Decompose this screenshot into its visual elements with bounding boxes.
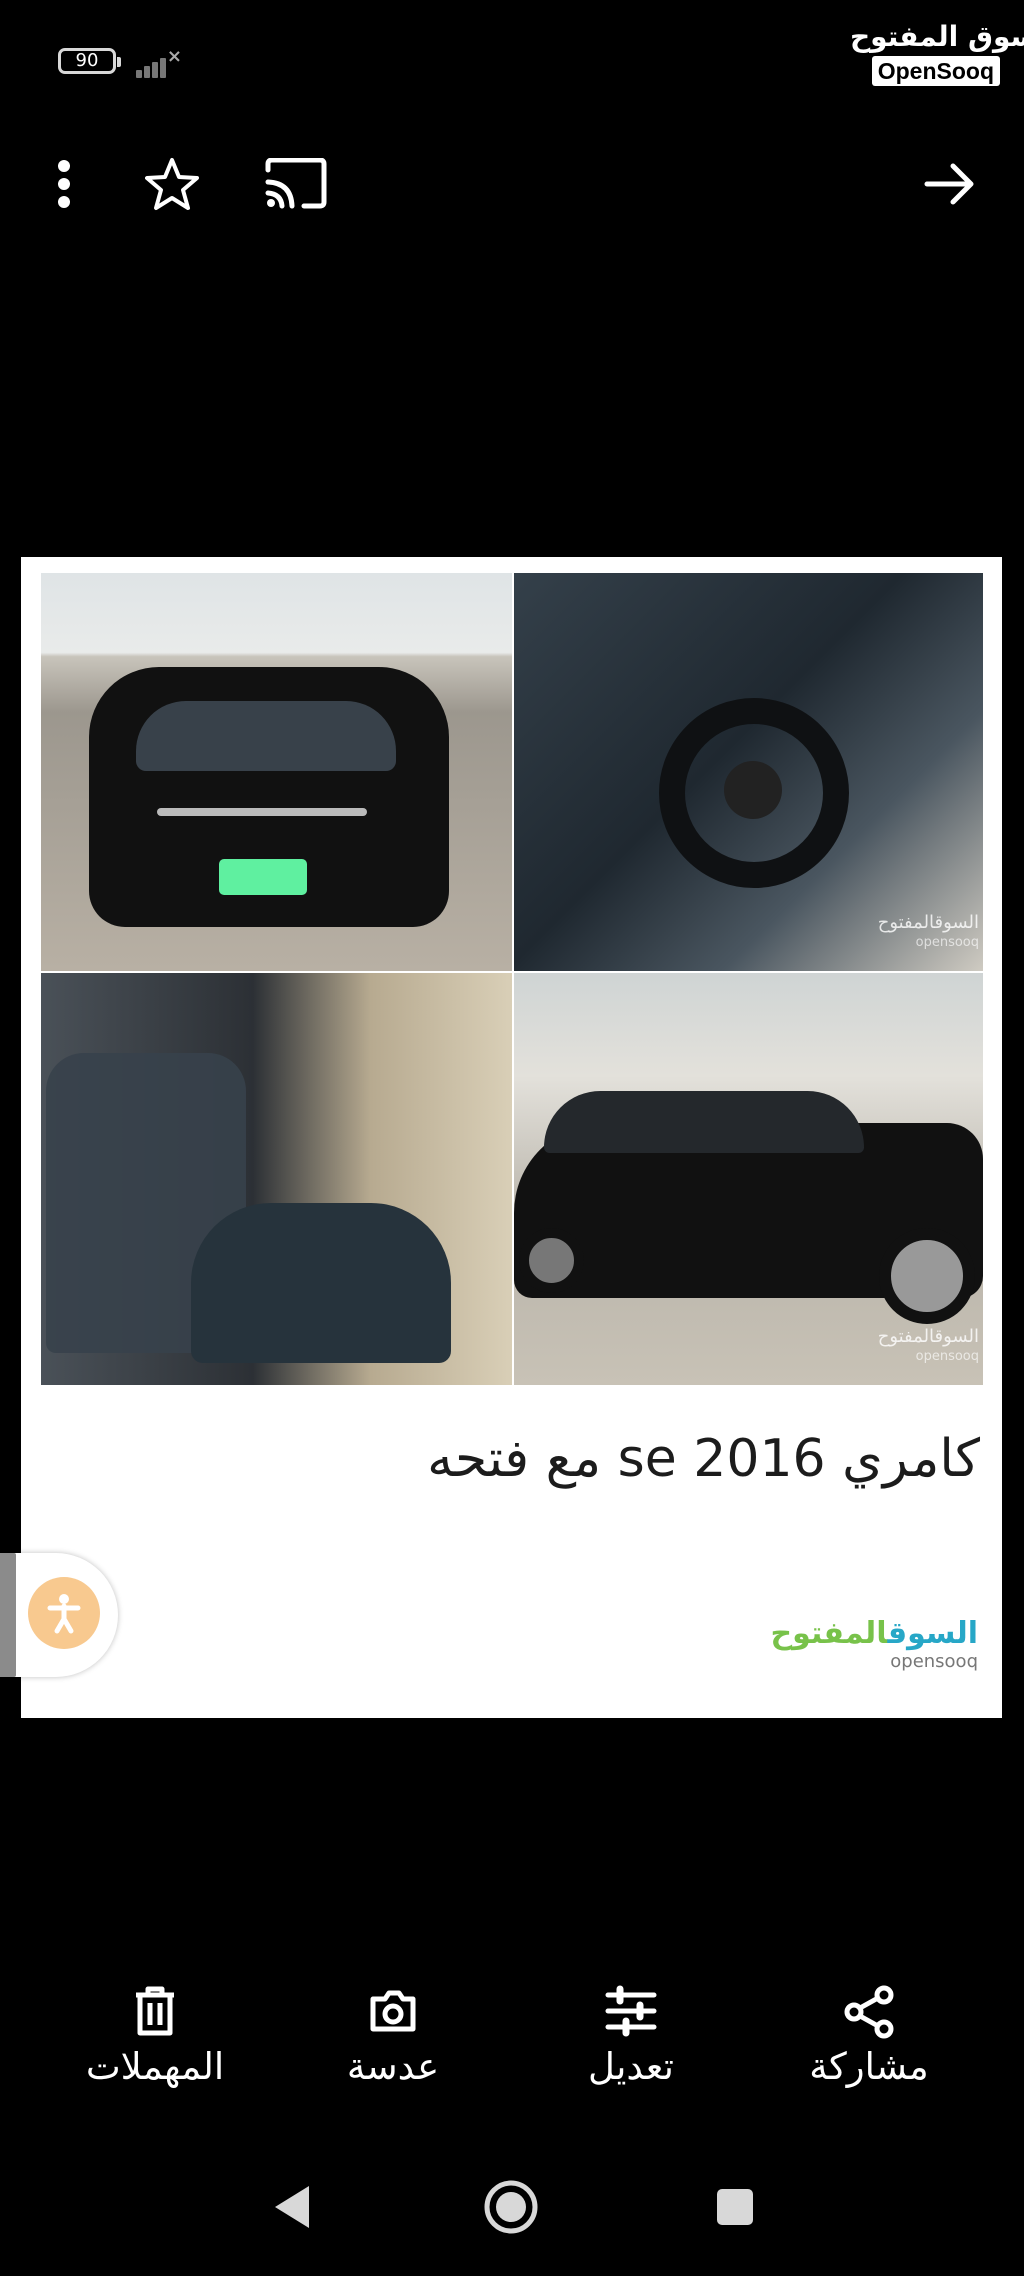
battery-level: 90 [75,50,99,71]
cast-button[interactable] [262,156,330,212]
favorite-button[interactable] [142,156,202,212]
cast-icon [265,158,327,209]
home-button[interactable] [476,2172,546,2242]
listing-image-card: السوقالمفتوح opensooq السوقالمفتوح opens… [21,557,1002,1718]
home-circle-icon [484,2180,538,2234]
listing-title: كامري se 2016 مع فتحه [427,1429,980,1489]
more-vertical-icon [58,160,70,208]
bottom-actions-bar: المهملات عدسة تعديل مشاركة [0,1985,1024,2125]
photo-watermark: السوقالمفتوح opensooq [877,912,979,951]
adjust-label: تعديل [588,2045,674,2088]
system-navigation-bar [0,2160,1024,2252]
photo-watermark: السوقالمفتوح opensooq [877,1326,979,1365]
forward-button[interactable] [920,156,980,212]
watermark-english-name: opensooq [890,1651,978,1672]
opensooq-watermark-logo: السوقالمفتوح opensooq [771,1617,978,1673]
brand-arabic-name: السوق المفتوح [850,20,1024,53]
back-triangle-icon [275,2186,309,2228]
recent-square-icon [717,2189,753,2225]
car-rear-seat-photo [41,973,512,1385]
battery-icon: 90 [58,48,121,74]
recent-apps-button[interactable] [700,2172,770,2242]
arrow-right-icon [924,163,974,205]
back-button[interactable] [256,2172,326,2242]
share-icon [844,1985,894,2039]
lens-label: عدسة [346,2045,440,2088]
image-viewer-toolbar [0,150,1024,216]
adjust-icon [605,1985,657,2037]
accessibility-button[interactable] [28,1577,100,1649]
car-interior-dashboard-photo: السوقالمفتوح opensooq [514,573,983,971]
signal-icon: × [136,46,182,78]
brand-english-name: OpenSooq [871,56,1000,86]
watermark-arabic-green: المفتوح [770,1616,888,1651]
trash-button[interactable]: المهملات [60,1985,250,2125]
trash-label: المهملات [85,2045,225,2088]
watermark-arabic-blue: السوق [887,1616,978,1651]
lens-icon [370,1990,416,2032]
star-icon [145,158,199,210]
share-label: مشاركة [809,2045,929,2088]
trash-icon [136,1986,174,2036]
car-side-photo: السوقالمفتوح opensooq [514,973,983,1385]
accessibility-icon [47,1594,81,1634]
share-button[interactable]: مشاركة [774,1985,964,2125]
adjust-button[interactable]: تعديل [536,1985,726,2125]
lens-button[interactable]: عدسة [298,1985,488,2125]
more-options-button[interactable] [38,156,90,212]
opensooq-logo: السوق المفتوح OpenSooq [850,20,1024,102]
status-bar: 90 × السوق المفتوح OpenSooq [0,0,1024,130]
car-front-photo [41,573,512,971]
